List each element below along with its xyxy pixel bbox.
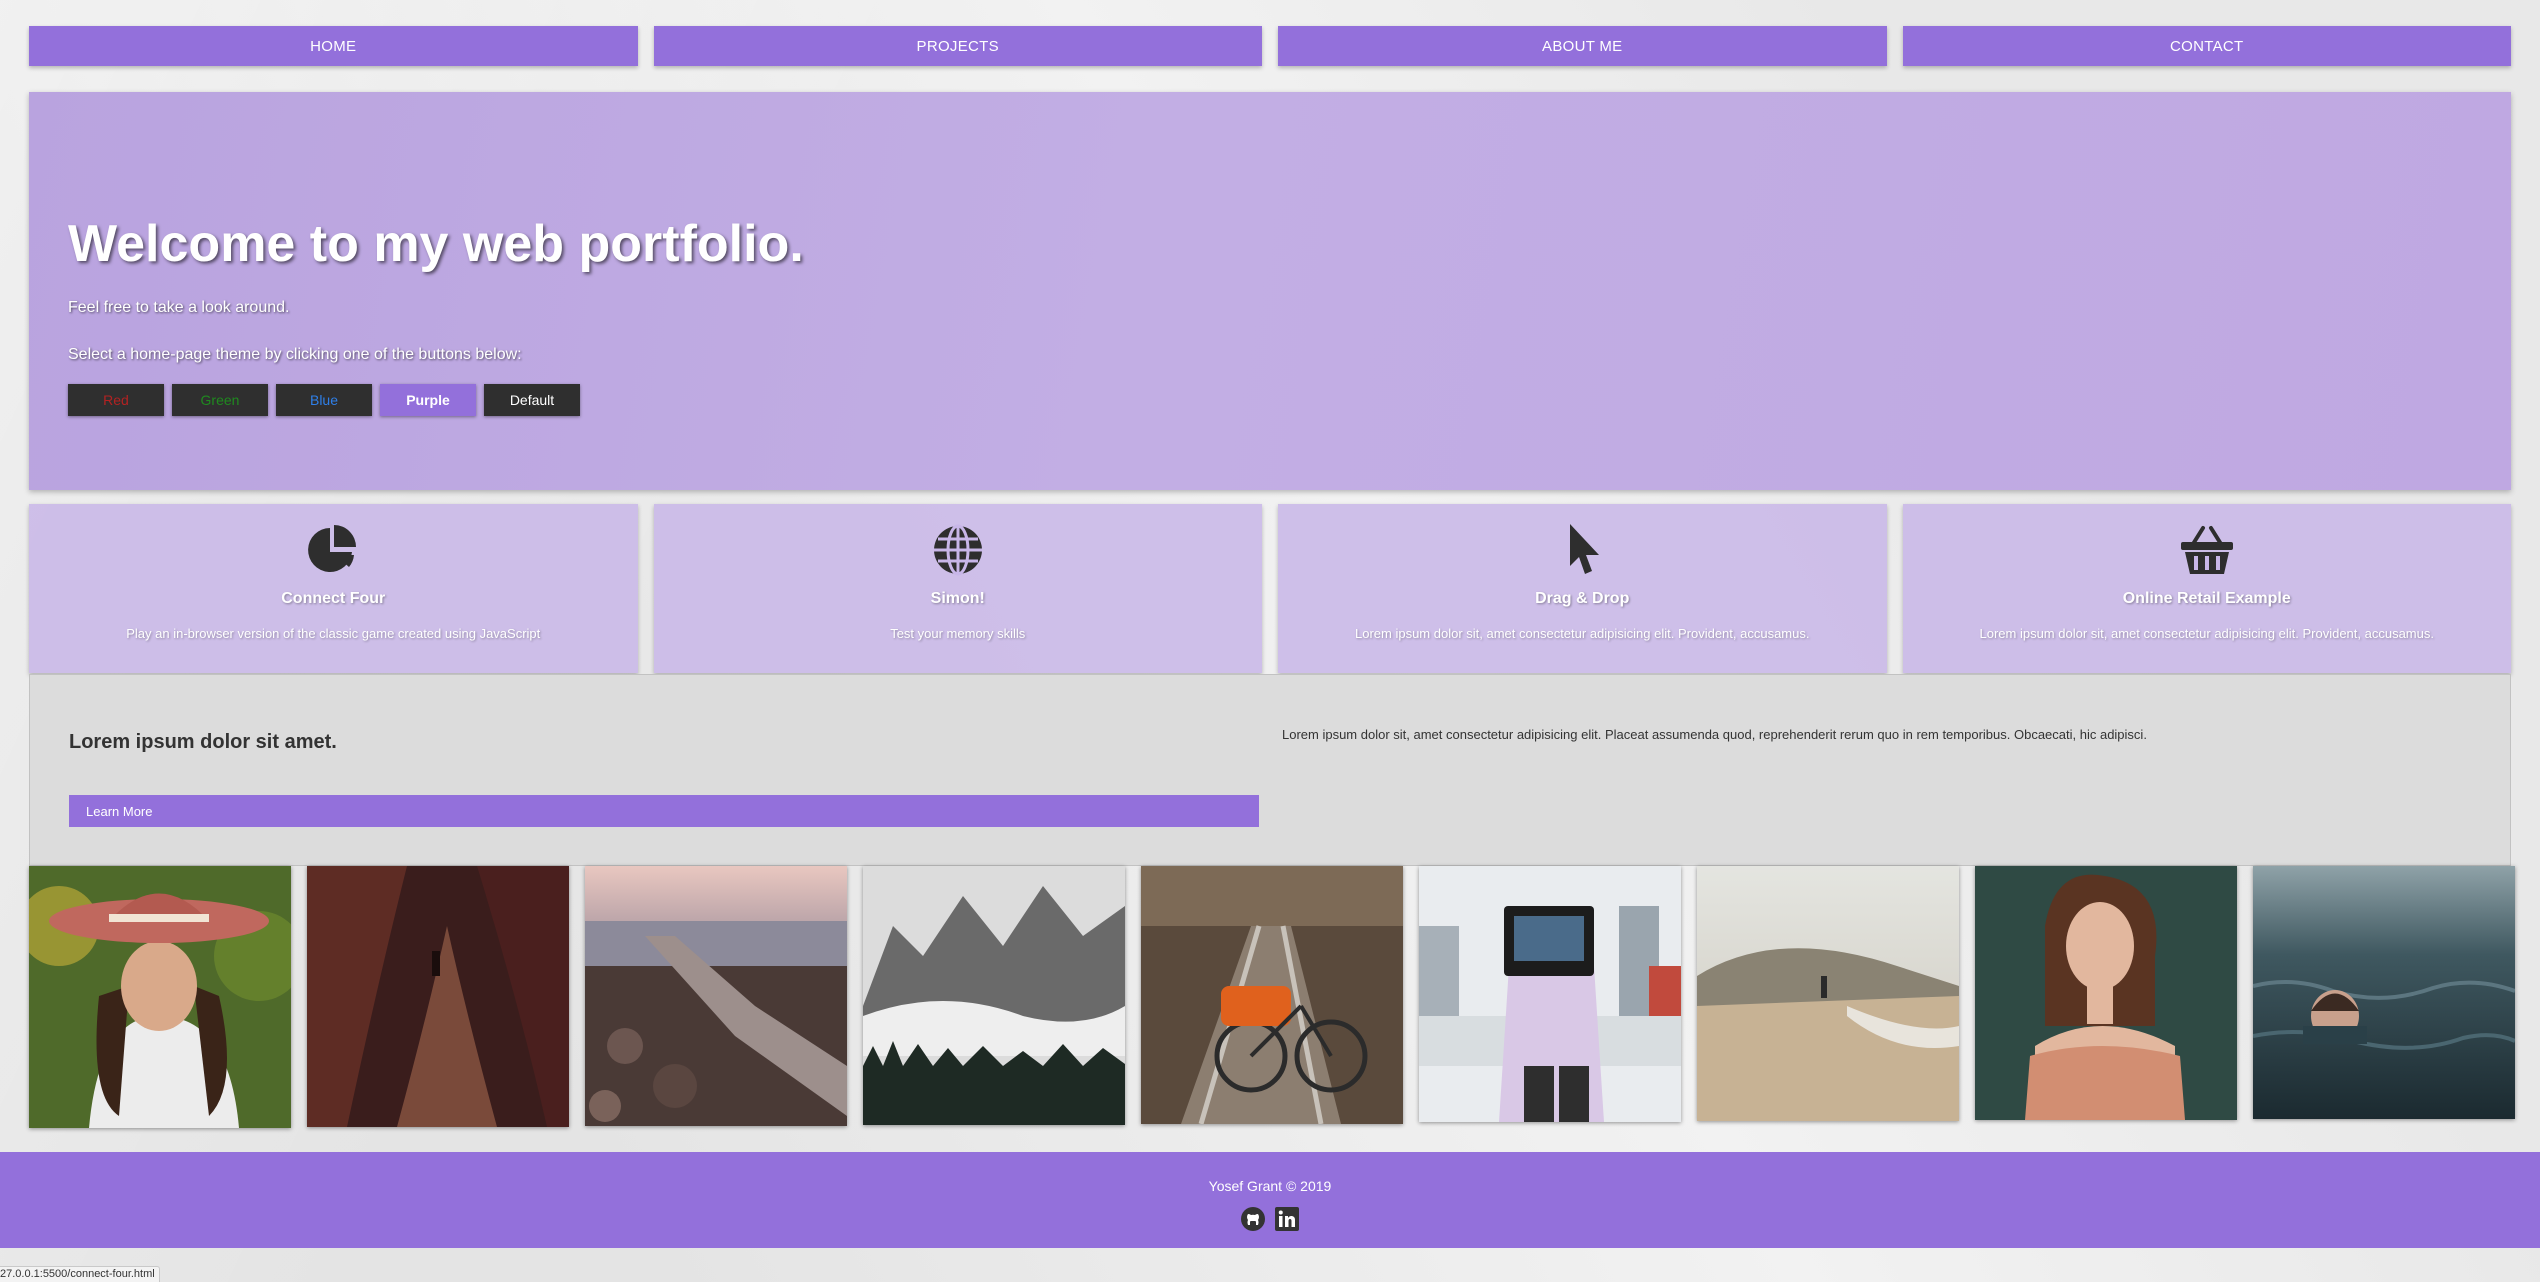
project-description: Test your memory skills [890,626,1026,641]
gallery-photo-mountains[interactable] [863,866,1125,1125]
top-nav: HOME PROJECTS ABOUT ME CONTACT [29,26,2511,66]
gallery-photo-beach[interactable] [1697,866,1959,1121]
project-title: Online Retail Example [2122,590,2291,607]
project-description: Play an in-browser version of the classi… [126,626,541,641]
project-title: Simon! [930,590,985,607]
gallery-photo-woman-hat[interactable] [29,866,291,1128]
project-card-drag-drop[interactable]: Drag & Drop Lorem ipsum dolor sit, amet … [1278,504,1887,673]
gallery-photo-pier[interactable] [585,866,847,1126]
browser-status-url: 27.0.0.1:5500/connect-four.html [0,1266,160,1282]
photo-gallery [29,866,2515,1128]
project-title: Drag & Drop [1535,590,1630,607]
learn-more-button[interactable]: Learn More [69,795,1259,827]
theme-purple-button[interactable]: Purple [380,384,476,416]
info-section: Lorem ipsum dolor sit amet. Learn More L… [29,674,2511,866]
gallery-photo-woman-portrait[interactable] [1975,866,2237,1120]
gallery-photo-swimmer[interactable] [2253,866,2515,1119]
nav-home[interactable]: HOME [29,26,638,66]
project-card-connect-four[interactable]: Connect Four Play an in-browser version … [29,504,638,673]
theme-green-button[interactable]: Green [172,384,268,416]
github-icon[interactable] [1240,1206,1266,1232]
project-card-online-retail[interactable]: Online Retail Example Lorem ipsum dolor … [1902,504,2511,673]
hero-banner: Welcome to my web portfolio. Feel free t… [29,92,2511,490]
gallery-photo-railway-bike[interactable] [1141,866,1403,1124]
cursor-icon [1554,522,1610,578]
gallery-photo-canyon[interactable] [307,866,569,1127]
project-description: Lorem ipsum dolor sit, amet consectetur … [1979,626,2434,641]
nav-contact[interactable]: CONTACT [1902,26,2511,66]
linkedin-icon[interactable] [1274,1206,1300,1232]
theme-button-group: Red Green Blue Purple Default [68,384,580,416]
project-title: Connect Four [281,590,386,607]
theme-blue-button[interactable]: Blue [276,384,372,416]
info-title: Lorem ipsum dolor sit amet. [69,731,337,753]
hero-title: Welcome to my web portfolio. [68,215,804,273]
theme-default-button[interactable]: Default [484,384,580,416]
hero-subtitle: Feel free to take a look around. [68,299,290,316]
page-footer: Yosef Grant © 2019 [0,1152,2540,1248]
gallery-photo-tv-head[interactable] [1419,866,1681,1122]
project-description: Lorem ipsum dolor sit, amet consectetur … [1355,626,1810,641]
project-cards: Connect Four Play an in-browser version … [29,504,2511,673]
basket-icon [2179,522,2235,578]
social-links [1240,1206,1300,1232]
pie-chart-icon [305,522,361,578]
theme-red-button[interactable]: Red [68,384,164,416]
project-card-simon[interactable]: Simon! Test your memory skills [653,504,1262,673]
globe-icon [930,522,986,578]
nav-about-me[interactable]: ABOUT ME [1278,26,1887,66]
footer-copyright: Yosef Grant © 2019 [1208,1178,1332,1194]
hero-theme-instruction: Select a home-page theme by clicking one… [68,346,522,363]
nav-projects[interactable]: PROJECTS [653,26,1262,66]
info-text: Lorem ipsum dolor sit, amet consectetur … [1282,727,2147,742]
